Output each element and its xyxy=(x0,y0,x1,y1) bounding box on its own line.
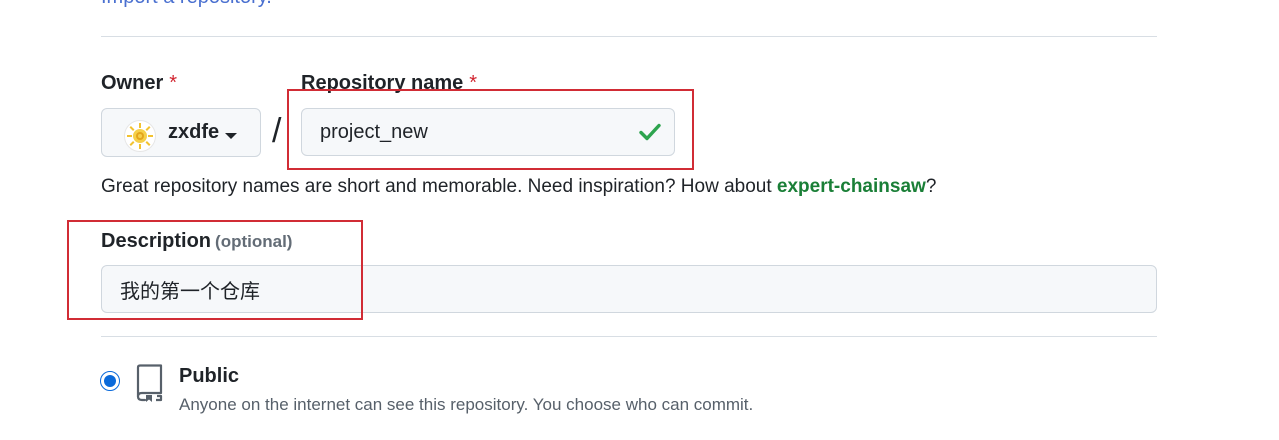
suggested-name-link[interactable]: expert-chainsaw xyxy=(777,176,926,197)
repository-name-input[interactable] xyxy=(301,108,675,156)
hint-text: Great repository names are short and mem… xyxy=(101,176,777,197)
public-option-title: Public xyxy=(179,365,240,387)
import-repository-link[interactable]: Import a repository. xyxy=(101,0,272,9)
repository-name-label-text: Repository name xyxy=(301,72,464,94)
owner-avatar-icon xyxy=(124,120,156,152)
owner-required-mark: * xyxy=(169,72,178,94)
caret-down-icon xyxy=(225,133,237,139)
public-option-description: Anyone on the internet can see this repo… xyxy=(179,395,754,414)
owner-repo-separator: / xyxy=(272,112,282,150)
divider-bottom xyxy=(101,336,1157,337)
hint-end: ? xyxy=(925,176,937,197)
owner-label: Owner * xyxy=(101,72,177,95)
public-radio[interactable] xyxy=(100,371,120,391)
repository-name-required-mark: * xyxy=(469,72,478,94)
description-input[interactable] xyxy=(101,265,1157,313)
divider-top xyxy=(101,36,1157,37)
optional-tag: (optional) xyxy=(215,232,293,251)
owner-dropdown-button[interactable]: zxdfe xyxy=(101,108,261,157)
repo-icon xyxy=(136,364,163,402)
repository-name-hint: Great repository names are short and mem… xyxy=(101,176,936,198)
repository-name-label: Repository name * xyxy=(301,72,477,95)
description-label-text: Description xyxy=(101,230,212,252)
owner-label-text: Owner xyxy=(101,72,164,94)
check-icon xyxy=(639,123,661,141)
owner-name: zxdfe xyxy=(168,121,220,143)
description-label: Description (optional) xyxy=(101,230,292,253)
